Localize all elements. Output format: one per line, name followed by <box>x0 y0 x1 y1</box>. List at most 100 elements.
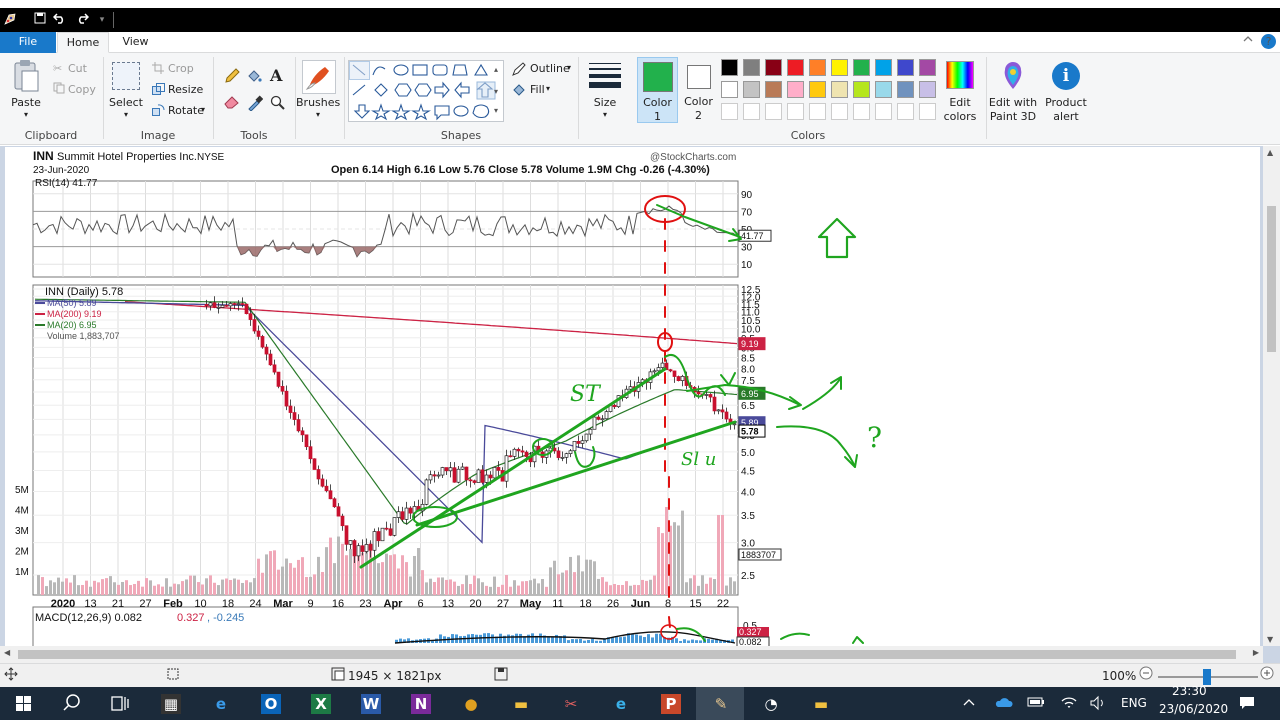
palette-color[interactable] <box>919 59 936 76</box>
palette-color[interactable] <box>809 81 826 98</box>
color2-button[interactable]: Color 2 <box>678 57 719 123</box>
paint3d-label-2[interactable]: Paint 3D <box>988 110 1038 124</box>
horizontal-scrollbar[interactable]: ◀ ▶ <box>0 646 1263 663</box>
shapes-more-icon[interactable]: ▾ <box>494 106 498 115</box>
color1-button[interactable]: Color 1 <box>637 57 678 123</box>
vertical-scrollbar[interactable]: ▲ ▼ <box>1263 146 1280 646</box>
palette-custom-slot[interactable] <box>721 103 738 120</box>
palette-color[interactable] <box>787 81 804 98</box>
vertical-scroll-thumb[interactable] <box>1267 206 1276 352</box>
palette-custom-slot[interactable] <box>919 103 936 120</box>
palette-custom-slot[interactable] <box>809 103 826 120</box>
task-view-icon[interactable] <box>96 687 144 720</box>
palette-custom-slot[interactable] <box>853 103 870 120</box>
palette-color[interactable] <box>721 81 738 98</box>
pencil-icon[interactable] <box>224 68 240 87</box>
product-alert-icon[interactable]: i <box>1052 62 1080 90</box>
palette-color[interactable] <box>919 81 936 98</box>
snipping-icon[interactable]: ✂ <box>546 687 594 720</box>
tab-file[interactable]: File <box>0 32 56 53</box>
rotate-button[interactable]: Rotate <box>168 104 204 117</box>
shapes-scroll-up-icon[interactable]: ▴ <box>494 65 498 74</box>
paint3d-label-1[interactable]: Edit with <box>988 96 1038 110</box>
clock-time[interactable]: 23:30 <box>1172 684 1207 698</box>
edit-colors-label-2[interactable]: colors <box>938 110 982 124</box>
palette-color[interactable] <box>809 59 826 76</box>
paint3d-icon[interactable] <box>999 61 1027 91</box>
palette-color[interactable] <box>875 81 892 98</box>
undo-icon[interactable] <box>52 12 68 28</box>
shapes-gallery[interactable] <box>348 60 504 122</box>
customize-qa-icon[interactable]: ▾ <box>94 12 110 28</box>
save-icon[interactable] <box>32 12 48 28</box>
resize-button[interactable]: Resize <box>168 83 203 96</box>
edit-colors-label-1[interactable]: Edit <box>938 96 982 110</box>
edge-new-icon[interactable]: e <box>596 687 644 720</box>
tab-view[interactable]: View <box>113 32 158 53</box>
zoom-in-button[interactable] <box>1260 666 1274 683</box>
select-dropdown-icon[interactable]: ▾ <box>106 108 146 122</box>
palette-color[interactable] <box>897 81 914 98</box>
palette-color[interactable] <box>765 81 782 98</box>
clock-date[interactable]: 23/06/2020 <box>1159 702 1228 716</box>
search-icon[interactable] <box>48 687 96 720</box>
outline-button[interactable]: Outline <box>530 62 570 75</box>
folder-icon[interactable]: ▬ <box>796 687 844 720</box>
redo-icon[interactable] <box>74 12 90 28</box>
palette-custom-slot[interactable] <box>897 103 914 120</box>
shapes-scroll-down-icon[interactable]: ▾ <box>494 87 498 96</box>
scroll-right-icon[interactable]: ▶ <box>1253 648 1259 657</box>
collapse-ribbon-icon[interactable] <box>1242 33 1254 48</box>
show-hidden-icons[interactable] <box>962 695 976 712</box>
onedrive-icon[interactable] <box>995 696 1013 711</box>
palette-color[interactable] <box>787 59 804 76</box>
palette-color[interactable] <box>743 59 760 76</box>
copy-button[interactable]: Copy <box>68 83 96 96</box>
word-icon[interactable]: W <box>346 687 394 720</box>
palette-color[interactable] <box>743 81 760 98</box>
color-picker-icon[interactable] <box>247 95 264 114</box>
palette-custom-slot[interactable] <box>743 103 760 120</box>
outline-dropdown-icon[interactable]: ▾ <box>567 63 571 72</box>
tab-home[interactable]: Home <box>57 32 109 53</box>
edit-colors-icon[interactable] <box>946 61 974 89</box>
volume-icon[interactable] <box>1089 695 1107 714</box>
file-explorer-icon[interactable]: ▬ <box>496 687 544 720</box>
palette-custom-slot[interactable] <box>831 103 848 120</box>
paste-dropdown-icon[interactable]: ▾ <box>8 108 44 122</box>
palette-color[interactable] <box>721 59 738 76</box>
brushes-icon[interactable] <box>302 60 336 94</box>
palette-color[interactable] <box>897 59 914 76</box>
scroll-left-icon[interactable]: ◀ <box>4 648 10 657</box>
palette-custom-slot[interactable] <box>875 103 892 120</box>
size-icon[interactable] <box>589 62 621 90</box>
clock-app-icon[interactable]: ◔ <box>746 687 794 720</box>
excel-icon[interactable]: X <box>296 687 344 720</box>
zoom-out-button[interactable] <box>1139 666 1153 683</box>
palette-color[interactable] <box>831 59 848 76</box>
fill-dropdown-icon[interactable]: ▾ <box>546 84 550 93</box>
palette-color[interactable] <box>831 81 848 98</box>
input-language[interactable]: ENG <box>1121 696 1147 710</box>
palette-color[interactable] <box>765 59 782 76</box>
edge-icon[interactable]: e <box>196 687 244 720</box>
palette-color[interactable] <box>875 59 892 76</box>
onenote-icon[interactable]: N <box>396 687 444 720</box>
start-button[interactable] <box>0 687 48 720</box>
fill-button[interactable]: Fill <box>530 83 545 96</box>
size-dropdown-icon[interactable]: ▾ <box>585 108 625 122</box>
crop-button[interactable]: Crop <box>168 62 194 75</box>
chrome-icon[interactable]: ● <box>446 687 494 720</box>
eraser-icon[interactable] <box>224 95 240 112</box>
scroll-up-icon[interactable]: ▲ <box>1267 148 1273 157</box>
wifi-icon[interactable] <box>1060 695 1078 714</box>
rotate-dropdown-icon[interactable]: ▾ <box>201 105 205 114</box>
fill-bucket-icon[interactable] <box>246 68 262 87</box>
brushes-dropdown-icon[interactable]: ▾ <box>296 108 340 122</box>
image-canvas[interactable]: MACD(12,26,9) 0.082 0.327, -0.245 0.5 0.327… <box>5 147 1260 663</box>
select-icon[interactable] <box>112 62 140 90</box>
product-alert-label-2[interactable]: alert <box>1040 110 1092 124</box>
paint-icon[interactable]: ✎ <box>696 687 744 720</box>
battery-icon[interactable] <box>1027 696 1045 711</box>
powerpoint-icon[interactable]: P <box>646 687 694 720</box>
